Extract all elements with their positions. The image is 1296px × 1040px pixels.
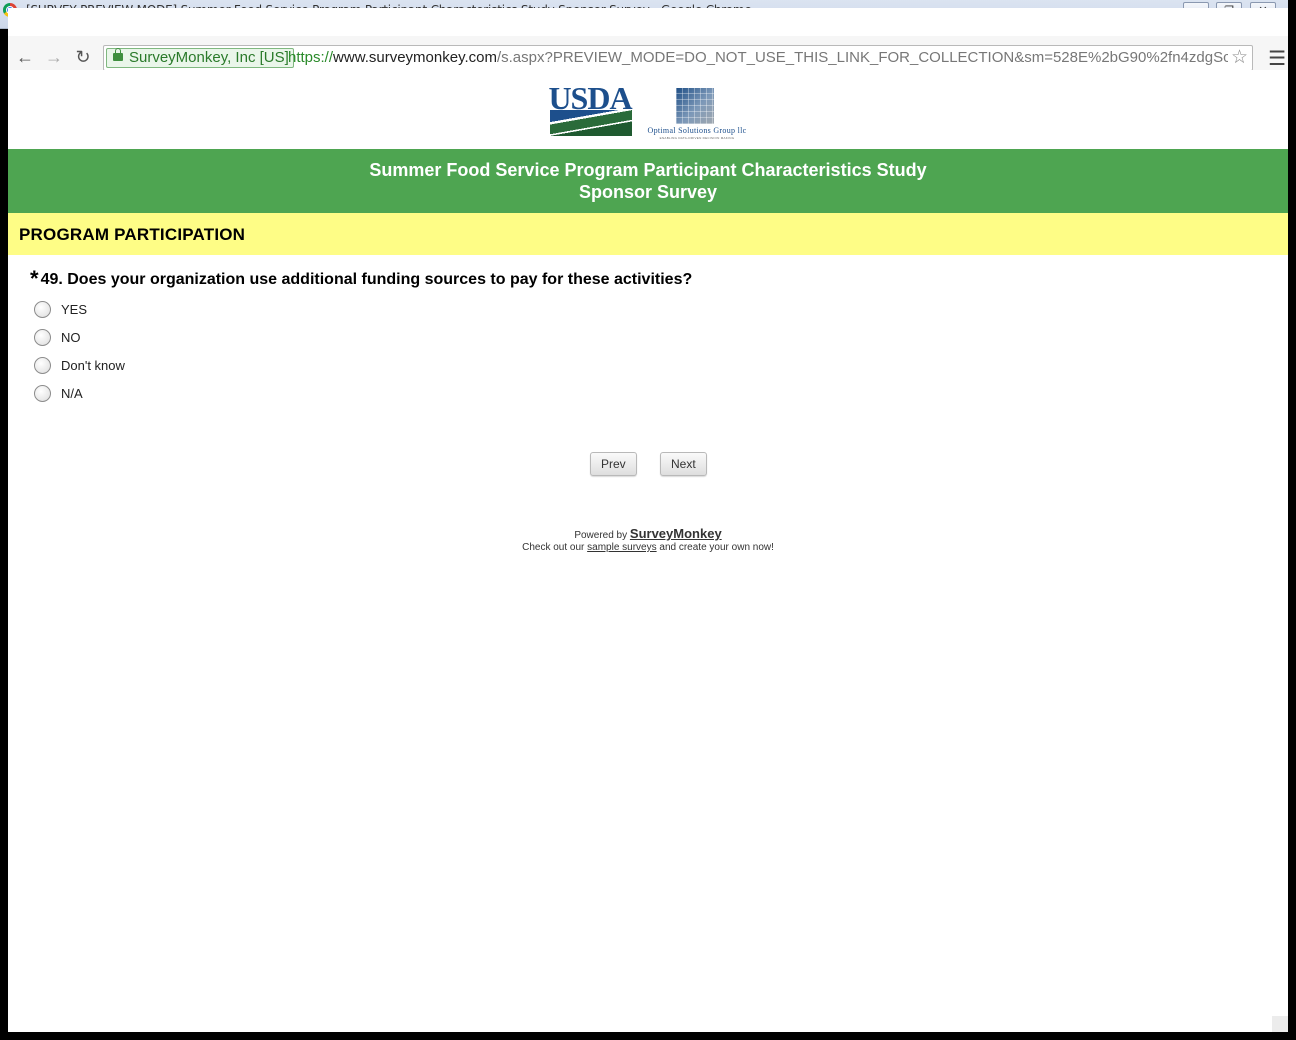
back-icon[interactable]: ←	[14, 46, 36, 68]
surveymonkey-link[interactable]: SurveyMonkey	[630, 526, 722, 541]
option-label-yes[interactable]: YES	[61, 302, 87, 317]
optimal-solutions-mark	[676, 88, 714, 124]
optimal-solutions-name: Optimal Solutions Group llc	[647, 126, 747, 135]
sample-surveys-line: Check out our sample surveys and create …	[8, 542, 1288, 553]
survey-footer: Powered by SurveyMonkey Check out our sa…	[8, 526, 1288, 553]
question-text: 49. Does your organization use additiona…	[40, 271, 693, 288]
powered-by-label: Powered by	[574, 530, 628, 541]
option-label-no[interactable]: NO	[61, 330, 81, 345]
radio-no[interactable]	[34, 329, 51, 346]
radio-dont-know[interactable]	[34, 357, 51, 374]
survey-title-line1: Summer Food Service Program Participant …	[369, 160, 927, 180]
section-title: PROGRAM PARTICIPATION	[19, 225, 246, 244]
radio-na[interactable]	[34, 385, 51, 402]
sample-surveys-link[interactable]: sample surveys	[587, 542, 656, 553]
next-button[interactable]: Next	[660, 452, 707, 476]
prev-button[interactable]: Prev	[590, 452, 637, 476]
section-header: PROGRAM PARTICIPATION	[8, 213, 1288, 255]
forward-icon[interactable]: →	[43, 46, 65, 68]
survey-title-banner: Summer Food Service Program Participant …	[8, 149, 1288, 213]
optimal-solutions-logo: Optimal Solutions Group llc ENABLING DAT…	[638, 88, 756, 142]
sample-surveys-pre: Check out our	[522, 542, 585, 553]
option-label-dont-know[interactable]: Don't know	[61, 358, 125, 373]
lock-icon	[113, 48, 123, 61]
window-edge	[1288, 28, 1296, 1040]
usda-logo-text: USDA	[548, 80, 632, 116]
optimal-solutions-tagline: ENABLING DATA-DRIVEN DECISION MAKING	[659, 136, 735, 140]
bookmark-star-icon[interactable]: ☆	[1231, 46, 1248, 69]
survey-page: USDA Optimal Solutions Group llc ENABLIN…	[8, 70, 1288, 1032]
powered-by-line: Powered by SurveyMonkey	[8, 526, 1288, 541]
url-path: /s.aspx?PREVIEW_MODE=DO_NOT_USE_THIS_LIN…	[496, 49, 1228, 66]
ev-label: SurveyMonkey, Inc [US]	[129, 49, 289, 66]
sample-surveys-post: and create your own now!	[659, 542, 774, 553]
required-marker: *	[30, 266, 39, 291]
question-text-row: * 49. Does your organization use addition…	[30, 266, 692, 292]
radio-yes[interactable]	[34, 301, 51, 318]
option-label-na[interactable]: N/A	[61, 386, 83, 401]
address-bar[interactable]: SurveyMonkey, Inc [US] https://www.surve…	[103, 45, 1253, 71]
reload-icon[interactable]: ↻	[72, 46, 94, 68]
scroll-corner	[1272, 1016, 1288, 1032]
logo-area: USDA Optimal Solutions Group llc ENABLIN…	[548, 80, 758, 142]
browser-window: ← → ↻ SurveyMonkey, Inc [US] https://www…	[8, 8, 1288, 1032]
chrome-menu-icon[interactable]: ☰	[1268, 46, 1286, 71]
ev-certificate-badge[interactable]: SurveyMonkey, Inc [US]	[106, 48, 294, 68]
usda-logo: USDA	[548, 80, 633, 136]
survey-title-line2: Sponsor Survey	[578, 182, 718, 202]
url-host: www.surveymonkey.com	[333, 49, 497, 66]
url-text[interactable]: https://www.surveymonkey.com/s.aspx?PREV…	[288, 48, 1228, 68]
url-scheme: https://	[288, 49, 334, 66]
